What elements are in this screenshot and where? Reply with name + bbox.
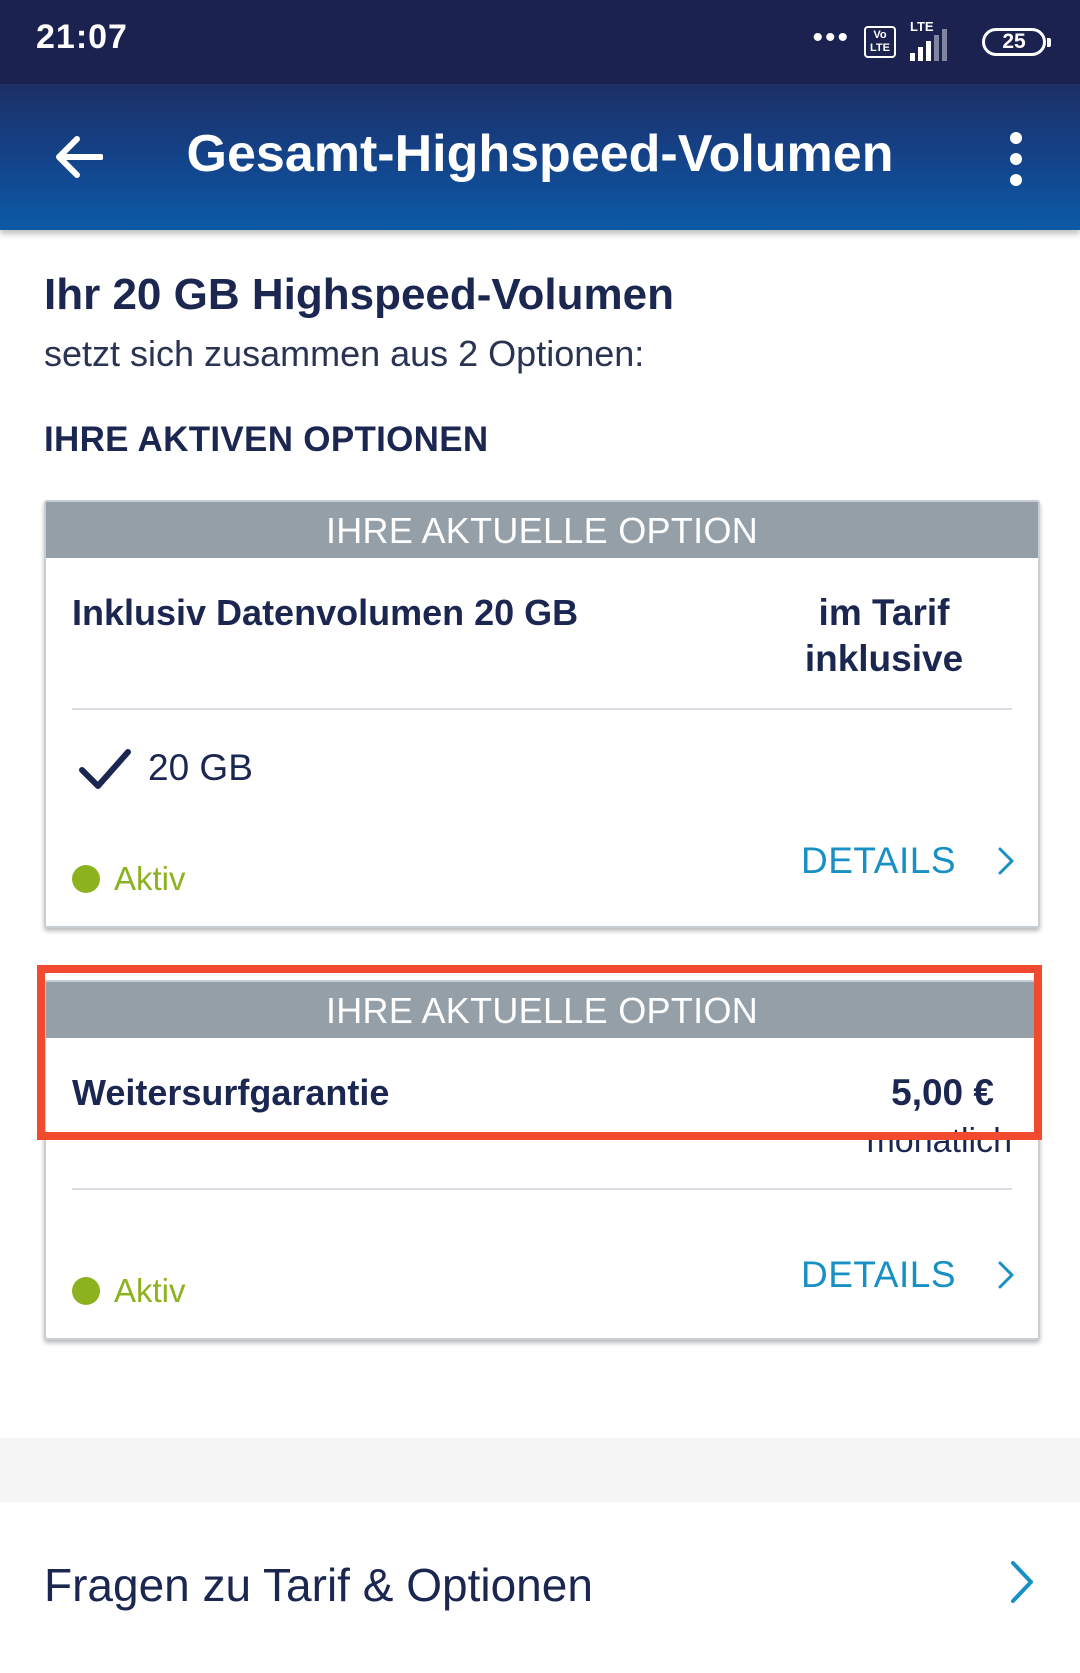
status-badge: Aktiv xyxy=(72,1272,186,1310)
overflow-menu-button[interactable] xyxy=(996,124,1036,194)
chevron-right-icon xyxy=(998,847,1014,875)
arrow-left-icon xyxy=(56,136,103,178)
option-price-period: monatlich xyxy=(866,1122,1012,1160)
details-label: DETAILS xyxy=(801,1254,956,1295)
back-button[interactable] xyxy=(44,122,114,192)
page-title: Gesamt-Highspeed-Volumen xyxy=(186,125,894,183)
status-badge: Aktiv xyxy=(72,860,186,898)
details-link[interactable]: DETAILS xyxy=(801,1254,1016,1296)
battery-icon: 25 xyxy=(982,28,1051,56)
status-dot-icon xyxy=(72,1277,100,1305)
details-link[interactable]: DETAILS xyxy=(801,840,1016,882)
chevron-right-icon xyxy=(998,1261,1014,1289)
volume-subheading: setzt sich zusammen aus 2 Optionen: xyxy=(44,333,645,374)
details-label: DETAILS xyxy=(801,840,956,881)
card-divider xyxy=(72,1188,1012,1190)
section-separator xyxy=(0,1438,1080,1502)
status-bar: 21:07 ••• Vo LTE LTE 25 xyxy=(0,0,1080,84)
option-feature-label: 20 GB xyxy=(148,747,253,788)
status-label: Aktiv xyxy=(114,860,186,897)
status-dot-icon xyxy=(72,865,100,893)
option-feature: 20 GB xyxy=(78,746,253,790)
option-price-line1: im Tarif xyxy=(818,592,950,633)
status-icons: ••• Vo LTE LTE 25 xyxy=(812,19,1051,64)
checkmark-icon xyxy=(79,749,131,789)
option-price: im Tarif inklusive xyxy=(774,590,994,682)
app-bar: Gesamt-Highspeed-Volumen xyxy=(0,84,1080,230)
faq-tariff-options-row[interactable]: Fragen zu Tarif & Optionen xyxy=(0,1502,1080,1673)
option-card: IHRE AKTUELLE OPTION Inklusiv Datenvolum… xyxy=(44,500,1040,928)
card-divider xyxy=(72,708,1012,710)
option-price: 5,00 € xyxy=(891,1072,994,1113)
chevron-right-icon xyxy=(1011,1561,1033,1603)
option-card: IHRE AKTUELLE OPTION Weitersurfgarantie … xyxy=(44,980,1040,1340)
option-card-header: IHRE AKTUELLE OPTION xyxy=(46,502,1038,558)
option-name: Inklusiv Datenvolumen 20 GB xyxy=(72,592,579,633)
more-vert-icon xyxy=(1010,132,1022,144)
option-name: Weitersurfgarantie xyxy=(72,1072,390,1113)
status-label: Aktiv xyxy=(114,1272,186,1309)
volte-icon: Vo LTE xyxy=(864,26,896,58)
faq-label: Fragen zu Tarif & Optionen xyxy=(44,1559,593,1611)
notification-dots-icon: ••• xyxy=(812,21,850,54)
status-time: 21:07 xyxy=(36,18,128,56)
signal-icon: LTE xyxy=(910,19,968,61)
volume-heading: Ihr 20 GB Highspeed-Volumen xyxy=(44,270,674,319)
option-card-header: IHRE AKTUELLE OPTION xyxy=(46,982,1038,1038)
option-price-line2: inklusive xyxy=(804,638,964,679)
section-label-active-options: IHRE AKTIVEN OPTIONEN xyxy=(44,420,489,459)
